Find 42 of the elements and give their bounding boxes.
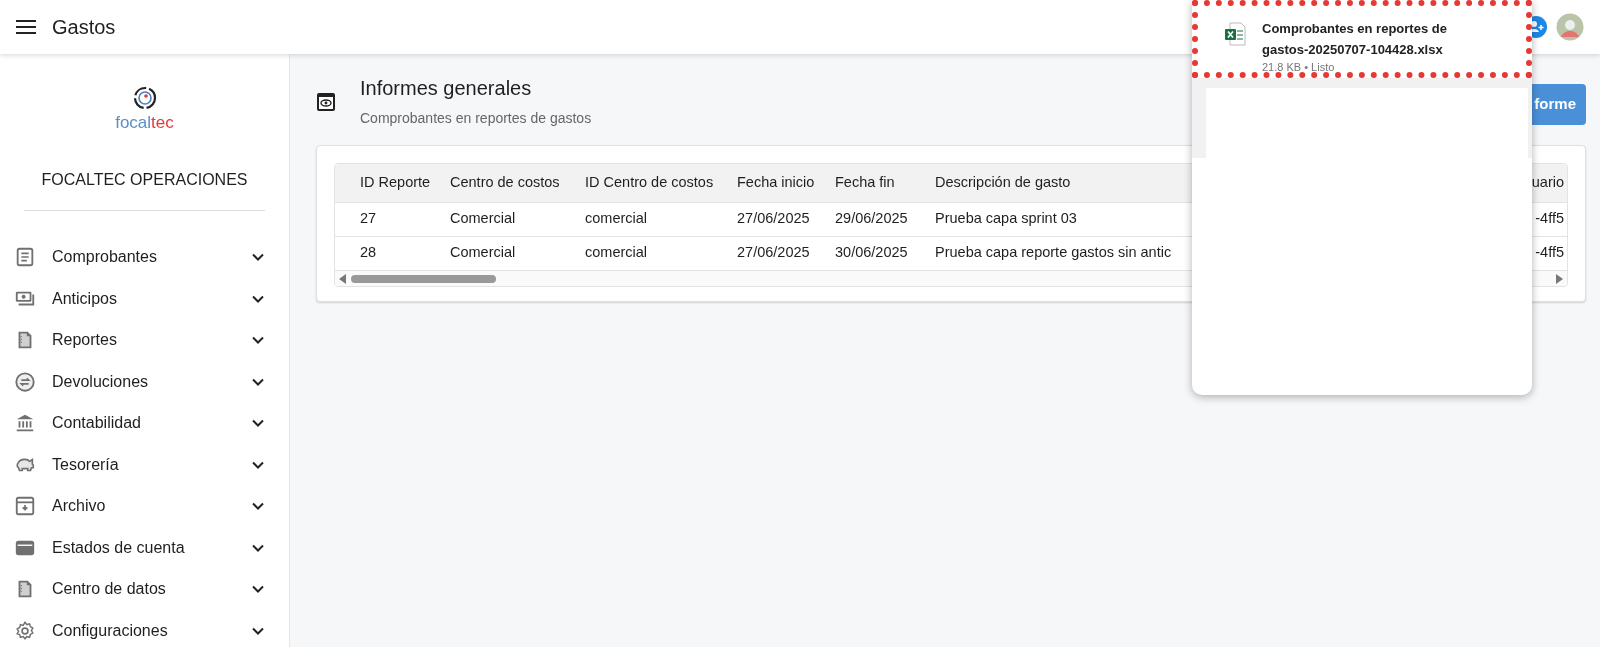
- document-icon: [14, 246, 36, 269]
- logo-text: focaltec: [115, 112, 174, 134]
- view-icon: [316, 92, 336, 112]
- table-cell: -4ff5: [1535, 244, 1564, 261]
- table-cell: Comercial: [450, 210, 516, 227]
- sidebar-item[interactable]: Devoluciones: [0, 361, 289, 403]
- sidebar-item[interactable]: Configuraciones: [0, 610, 289, 647]
- table-cell: 29/06/2025: [835, 210, 908, 227]
- table-cell: Comercial: [450, 244, 516, 261]
- sidebar-item[interactable]: Estados de cuenta: [0, 527, 289, 569]
- download-status: 21.8 KB • Listo: [1262, 60, 1336, 73]
- table-cell: 27/06/2025: [737, 244, 810, 261]
- sidebar-item[interactable]: Centro de datos: [0, 568, 289, 610]
- sidebar-item[interactable]: Tesorería: [0, 444, 289, 486]
- table-cell: Prueba capa sprint 03: [935, 210, 1077, 227]
- avatar[interactable]: [1556, 13, 1584, 41]
- archive-box-icon: [14, 495, 36, 518]
- table-cell: comercial: [585, 210, 648, 227]
- settings-icon: [14, 619, 36, 642]
- sidebar-item[interactable]: Contabilidad: [0, 402, 289, 444]
- sidebar-item[interactable]: Archivo: [0, 485, 289, 527]
- app-title: Gastos: [52, 15, 116, 40]
- exchange-icon: [14, 370, 36, 393]
- spreadsheet-icon: [1224, 22, 1246, 46]
- logo-icon: [132, 86, 157, 110]
- file-name[interactable]: Comprobantes en reportes de gastos-20250707-104428.xlsx: [1262, 18, 1472, 61]
- company-name: FOCALTEC OPERACIONES: [41, 169, 248, 190]
- page-title: Informes generales: [360, 76, 533, 100]
- table-cell: 30/06/2025: [835, 244, 908, 261]
- table-cell: comercial: [585, 244, 648, 261]
- scroll-right-icon[interactable]: [1555, 273, 1563, 284]
- table-cell: Prueba capa reporte gastos sin antic: [935, 244, 1172, 261]
- sidebar-item[interactable]: Anticipos: [0, 278, 289, 320]
- table-cell: -4ff5: [1535, 210, 1564, 227]
- table-cell: 28: [360, 244, 377, 261]
- page-subtitle: Comprobantes en reportes de gastos: [360, 109, 592, 128]
- menu-icon[interactable]: [16, 19, 36, 35]
- table-cell: 27/06/2025: [737, 210, 810, 227]
- table-cell: 27: [360, 210, 377, 227]
- sidebar-item[interactable]: Comprobantes: [0, 236, 289, 278]
- scroll-left-icon[interactable]: [339, 273, 347, 284]
- sidebar-item[interactable]: Reportes: [0, 319, 289, 361]
